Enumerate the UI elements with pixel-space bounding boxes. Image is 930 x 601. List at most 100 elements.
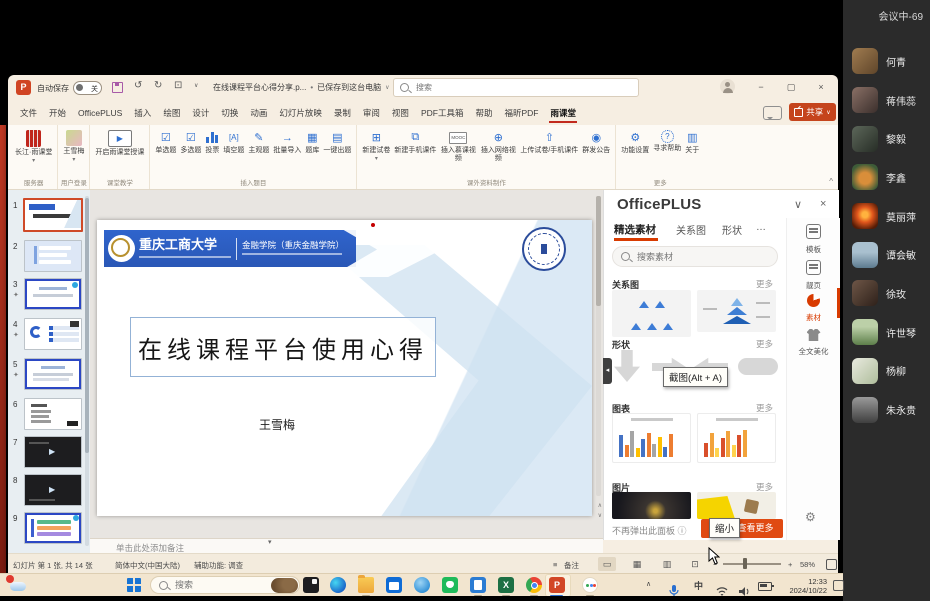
redo-icon[interactable]: ↻ — [154, 80, 162, 92]
chart-card-2[interactable] — [697, 413, 776, 463]
dismiss-panel-link[interactable]: 不再弹出此面板 ⓘ — [612, 524, 687, 537]
material-search-box[interactable] — [612, 246, 778, 267]
start-button[interactable] — [127, 578, 141, 592]
zoom-in-button[interactable]: + — [788, 560, 792, 569]
pane-close-icon[interactable]: × — [820, 198, 826, 210]
tab-rain-classroom[interactable]: 雨课堂 — [544, 102, 582, 124]
tab-shapes[interactable]: 形状 — [722, 222, 742, 237]
notes-collapse-icon[interactable]: ▾ — [268, 538, 272, 546]
slide-thumbnail-8[interactable]: ▶ — [24, 474, 82, 506]
rounded-shape[interactable] — [738, 358, 778, 375]
zoom-level[interactable]: 58% — [800, 560, 815, 569]
participant-row[interactable]: 许世琴 — [843, 313, 930, 352]
fit-to-window-icon[interactable] — [826, 559, 837, 570]
slide-thumbnail-4[interactable] — [24, 318, 82, 350]
slide-thumbnail-9[interactable] — [24, 512, 82, 544]
docs-app-icon[interactable] — [470, 577, 486, 593]
notes-toggle[interactable]: 备注 — [564, 560, 579, 571]
fill-blank-button[interactable]: [A] 填空题 — [222, 128, 245, 157]
zoom-slider-track[interactable] — [723, 563, 781, 565]
clock[interactable]: 12:33 2024/10/22 — [775, 577, 827, 596]
participant-row[interactable]: 徐玫 — [843, 274, 930, 313]
broadcast-announcement-button[interactable]: ◉ 群发公告 — [581, 128, 611, 157]
reading-view-button[interactable]: ▥ — [658, 557, 676, 571]
new-exam-button[interactable]: ⊞ 新建试卷 ▾ — [361, 128, 391, 163]
settings-button[interactable]: ⚙ 功能设置 — [620, 128, 650, 157]
maximize-button[interactable]: ▢ — [780, 77, 802, 97]
participant-row[interactable]: 杨柳 — [843, 352, 930, 391]
accessibility-status[interactable]: 辅助功能: 调查 — [194, 560, 243, 571]
close-button[interactable]: × — [810, 77, 832, 97]
gear-icon[interactable]: ⚙ — [805, 510, 816, 524]
undo-icon[interactable]: ↺ — [134, 80, 142, 92]
chart-card-1[interactable] — [612, 413, 691, 463]
notes-pane[interactable]: ▾ 单击此处添加备注 — [90, 538, 603, 554]
new-mobile-courseware-button[interactable]: ⧉ 新建手机课件 — [393, 128, 437, 157]
question-bank-button[interactable]: ▦ 题库 — [304, 128, 320, 157]
slide-editor[interactable]: 重庆工商大学 金融学院（重庆金融学院） 在线课程平台使用心得 王雪梅 — [97, 220, 592, 516]
weather-widget[interactable] — [8, 578, 30, 593]
start-slideshow-icon[interactable]: ⊡ — [174, 80, 182, 92]
tab-draw[interactable]: 绘图 — [157, 102, 186, 124]
tab-foxit-pdf[interactable]: 福昕PDF — [498, 102, 544, 124]
tab-pdf-toolbox[interactable]: PDF工具箱 — [415, 102, 470, 124]
pane-collapse-handle[interactable]: ◂ — [603, 358, 612, 384]
relations-more-link[interactable]: 更多 — [756, 278, 773, 290]
single-choice-button[interactable]: ☑ 单选题 — [154, 128, 177, 157]
down-arrow-shape[interactable] — [614, 350, 640, 382]
excel-icon[interactable]: X — [498, 577, 514, 593]
start-class-button[interactable]: ▶ 开启雨课堂授课 — [94, 128, 145, 159]
comments-icon[interactable] — [763, 106, 782, 120]
minimize-button[interactable]: − — [750, 77, 772, 97]
slide-thumbnail-2[interactable] — [24, 240, 82, 272]
tab-transitions[interactable]: 切换 — [215, 102, 244, 124]
battery-icon[interactable] — [758, 582, 772, 591]
taskbar-search-input[interactable] — [173, 579, 247, 591]
zoom-slider-knob[interactable] — [743, 558, 747, 569]
tab-slideshow[interactable]: 幻灯片放映 — [273, 102, 328, 124]
one-key-question-button[interactable]: ▤ 一键出题 — [322, 128, 352, 157]
normal-view-button[interactable]: ▭ — [598, 557, 616, 571]
relation-card-pyramid[interactable] — [697, 290, 776, 332]
participant-row[interactable]: 黎毅 — [843, 119, 930, 158]
insert-web-video-button[interactable]: ⊕ 插入网络视频 — [479, 128, 517, 166]
image-card-1[interactable] — [612, 492, 691, 519]
tab-insert[interactable]: 插入 — [128, 102, 157, 124]
tab-officeplus[interactable]: OfficePLUS — [72, 103, 128, 123]
tab-help[interactable]: 帮助 — [469, 102, 498, 124]
slide-thumbnail-3[interactable] — [24, 278, 82, 310]
tab-record[interactable]: 录制 — [328, 102, 357, 124]
edge-icon[interactable] — [330, 577, 346, 593]
slide-sorter-view-button[interactable]: ▦ — [628, 557, 646, 571]
quick-access-more-icon[interactable]: ∨ — [194, 80, 198, 92]
tab-review[interactable]: 审阅 — [357, 102, 386, 124]
taskbar-search[interactable] — [150, 576, 300, 594]
chrome-icon[interactable] — [526, 577, 542, 593]
rail-item-templates[interactable]: 模板 — [787, 224, 840, 255]
wechat-icon[interactable] — [442, 577, 458, 593]
slide-author[interactable]: 王雪梅 — [217, 416, 337, 433]
ribbon-search-box[interactable] — [393, 78, 639, 97]
tab-animations[interactable]: 动画 — [244, 102, 273, 124]
thumbnail-scrollbar[interactable] — [85, 196, 89, 546]
material-search-input[interactable] — [635, 251, 749, 263]
slide-thumbnail-7[interactable]: ▶ — [24, 436, 82, 468]
app-icon-dark[interactable] — [303, 577, 319, 593]
search-input[interactable] — [414, 82, 538, 93]
file-explorer-icon[interactable] — [358, 577, 374, 593]
rain-classroom-server-button[interactable]: 长江·雨课堂 ▾ — [14, 128, 53, 165]
save-icon[interactable] — [112, 82, 123, 93]
shapes-more-link[interactable]: 更多 — [756, 338, 773, 350]
tab-featured-materials[interactable]: 精选素材 — [614, 222, 656, 237]
tab-view[interactable]: 视图 — [386, 102, 415, 124]
notification-center-icon[interactable] — [833, 580, 844, 591]
participant-row[interactable]: 何青 — [843, 42, 930, 81]
participant-row[interactable]: 李鑫 — [843, 158, 930, 197]
powerpoint-taskbar-active[interactable]: P — [545, 574, 571, 597]
next-slide-icon[interactable]: ∨ — [598, 512, 602, 519]
slide-thumbnail-1[interactable] — [23, 198, 83, 232]
image-card-2[interactable] — [697, 492, 776, 519]
canvas-scrollbar[interactable] — [596, 196, 601, 496]
slideshow-view-button[interactable]: ⊡ — [686, 557, 704, 571]
user-login-button[interactable]: 王雪梅 ▾ — [62, 128, 85, 164]
